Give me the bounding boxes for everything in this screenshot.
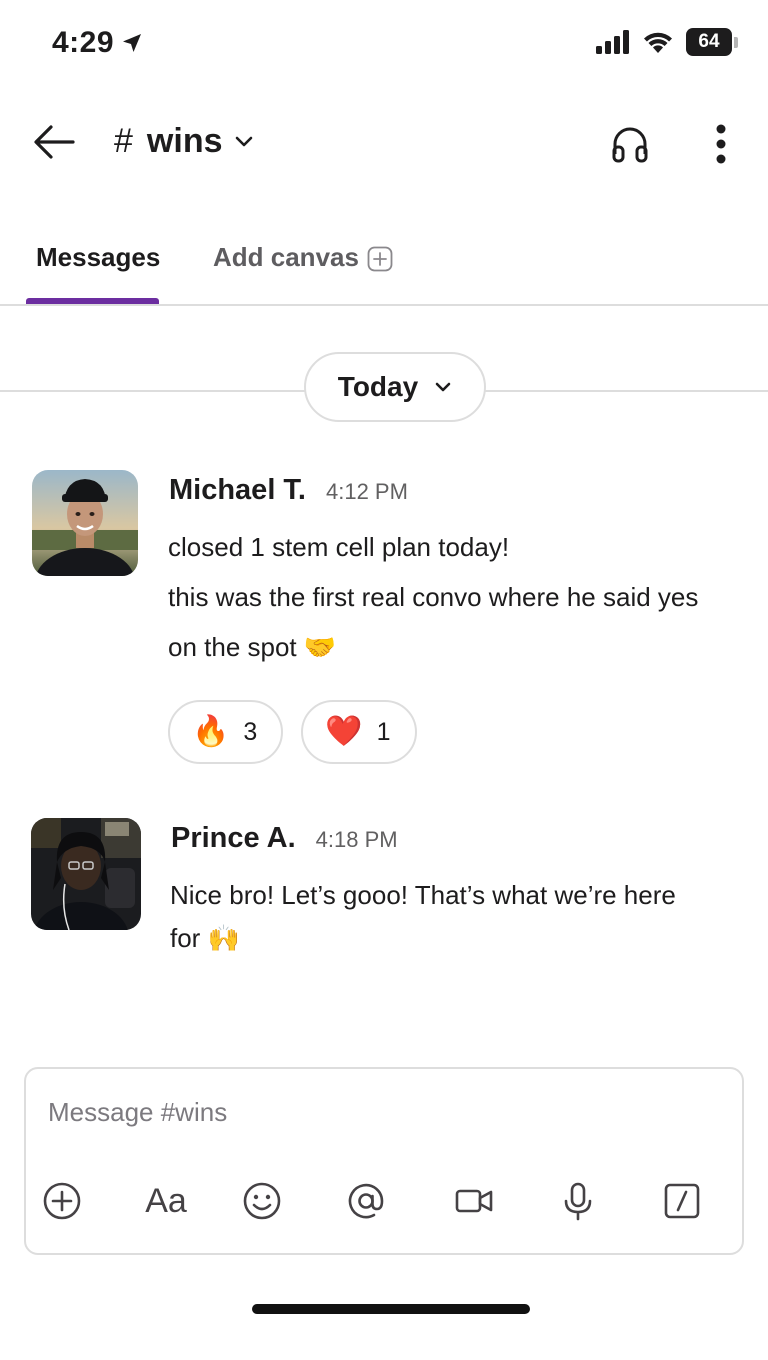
message-author[interactable]: Michael T. [169, 474, 306, 507]
reaction-heart[interactable]: ❤️ 1 [301, 700, 417, 764]
reaction-count: 1 [376, 717, 391, 746]
back-button[interactable] [28, 116, 80, 168]
cellular-signal-icon [596, 30, 629, 54]
tab-active-indicator [26, 298, 159, 304]
date-divider: Today [0, 352, 768, 424]
avatar[interactable] [31, 818, 141, 930]
vertical-dots-icon [716, 124, 726, 164]
battery-level: 64 [698, 31, 720, 52]
slack-channel-screen: 4:29 64 # wins Messages Add canvas Today… [0, 0, 768, 1360]
slash-command-icon[interactable] [660, 1179, 704, 1223]
message-line: closed 1 stem cell plan today! [168, 532, 510, 562]
message-header: Michael T. 4:12 PM [169, 474, 408, 507]
chevron-down-icon [235, 136, 252, 147]
emoji-icon[interactable] [240, 1179, 284, 1223]
arrow-left-icon [34, 125, 75, 159]
message-line: for 🙌 [170, 923, 240, 953]
message-composer: Aa [24, 1067, 744, 1255]
tab-messages[interactable]: Messages [36, 242, 160, 273]
channel-name: wins [146, 121, 223, 160]
reaction-count: 3 [243, 717, 258, 746]
message-header: Prince A. 4:18 PM [171, 822, 398, 855]
plus-square-icon[interactable] [367, 246, 393, 272]
composer-toolbar: Aa [26, 1179, 746, 1223]
user-photo-prince [31, 818, 141, 930]
message-author[interactable]: Prince A. [171, 822, 296, 855]
status-bar: 4:29 64 [0, 0, 768, 90]
channel-title-button[interactable]: # wins [114, 118, 255, 164]
heart-emoji-icon: ❤️ [325, 715, 363, 748]
reaction-fire[interactable]: 🔥 3 [168, 700, 284, 764]
battery-nub [734, 36, 738, 48]
fire-emoji-icon: 🔥 [192, 715, 230, 748]
message-timestamp: 4:12 PM [326, 479, 408, 504]
status-indicators: 64 [596, 28, 738, 56]
channel-tabs: Messages Add canvas [0, 226, 768, 306]
channel-hash: # [114, 121, 133, 160]
huddle-button[interactable] [604, 118, 656, 170]
status-time-text: 4:29 [52, 26, 115, 59]
mention-icon[interactable] [344, 1179, 388, 1223]
plus-circle-icon[interactable] [40, 1179, 84, 1223]
message-timestamp: 4:18 PM [315, 827, 398, 852]
message-input[interactable] [48, 1097, 708, 1128]
wifi-icon [644, 32, 672, 53]
channel-header: # wins [0, 96, 768, 186]
home-indicator[interactable] [252, 1304, 530, 1314]
message-line: this was the first real convo where he s… [168, 582, 699, 612]
message-body: closed 1 stem cell plan today! this was … [168, 522, 698, 672]
message-body: Nice bro! Let’s gooo! That’s what we’re … [170, 874, 676, 960]
battery-indicator: 64 [686, 28, 732, 56]
chevron-down-icon [435, 382, 451, 392]
message-line: Nice bro! Let’s gooo! That’s what we’re … [170, 880, 676, 910]
date-jump-button[interactable]: Today [304, 352, 486, 422]
video-icon[interactable] [452, 1179, 496, 1223]
headphones-icon [612, 127, 648, 163]
location-arrow-icon [123, 34, 142, 52]
more-options-button[interactable] [698, 118, 744, 170]
tab-add-canvas[interactable]: Add canvas [213, 242, 359, 273]
status-time: 4:29 [52, 26, 144, 60]
message-line: on the spot 🤝 [168, 632, 337, 662]
avatar[interactable] [32, 470, 138, 576]
text-format-icon[interactable]: Aa [136, 1179, 196, 1223]
date-label: Today [337, 371, 419, 402]
microphone-icon[interactable] [556, 1179, 600, 1223]
user-photo-michael [32, 470, 138, 576]
reactions-row: 🔥 3 ❤️ 1 [168, 700, 417, 764]
